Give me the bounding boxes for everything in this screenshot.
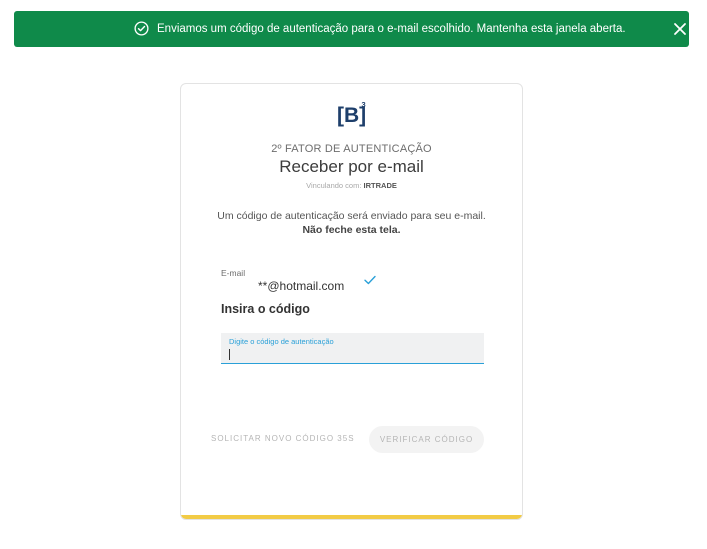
verify-code-button[interactable]: VERIFICAR CÓDIGO [369,426,484,453]
page-title: Receber por e-mail [279,157,424,176]
auth-subtitle: 2º FATOR DE AUTENTICAÇÃO [271,143,432,155]
code-field-label: Digite o código de autenticação [229,337,334,346]
email-value: **@hotmail.com [258,279,345,293]
linking-name: IRTRADE [363,181,397,190]
code-input[interactable] [227,346,477,361]
description-line: Um código de autenticação será enviado p… [217,210,486,222]
text-caret [229,349,230,360]
success-toast: Enviamos um código de autenticação para … [14,11,689,47]
description: Um código de autenticação será enviado p… [181,209,522,237]
close-icon[interactable] [673,22,687,36]
email-label: E-mail [221,268,246,278]
card-footer-bar [181,515,522,519]
svg-text:3: 3 [362,100,366,109]
b3-logo: [B] 3 [337,100,366,127]
description-warning: Não feche esta tela. [302,224,401,236]
linking-prefix: Vinculando com: [306,181,362,190]
code-field[interactable]: Digite o código de autenticação [221,333,484,364]
auth-card: [B] 3 2º FATOR DE AUTENTICAÇÃO Receber p… [180,83,523,520]
resend-code-button[interactable]: SOLICITAR NOVO CÓDIGO 35S [211,434,355,443]
check-circle-icon [134,21,149,36]
linking-info: Vinculando com: IRTRADE [181,181,522,190]
check-icon [364,275,376,285]
code-heading: Insira o código [221,302,310,316]
toast-message: Enviamos um código de autenticação para … [157,23,626,35]
